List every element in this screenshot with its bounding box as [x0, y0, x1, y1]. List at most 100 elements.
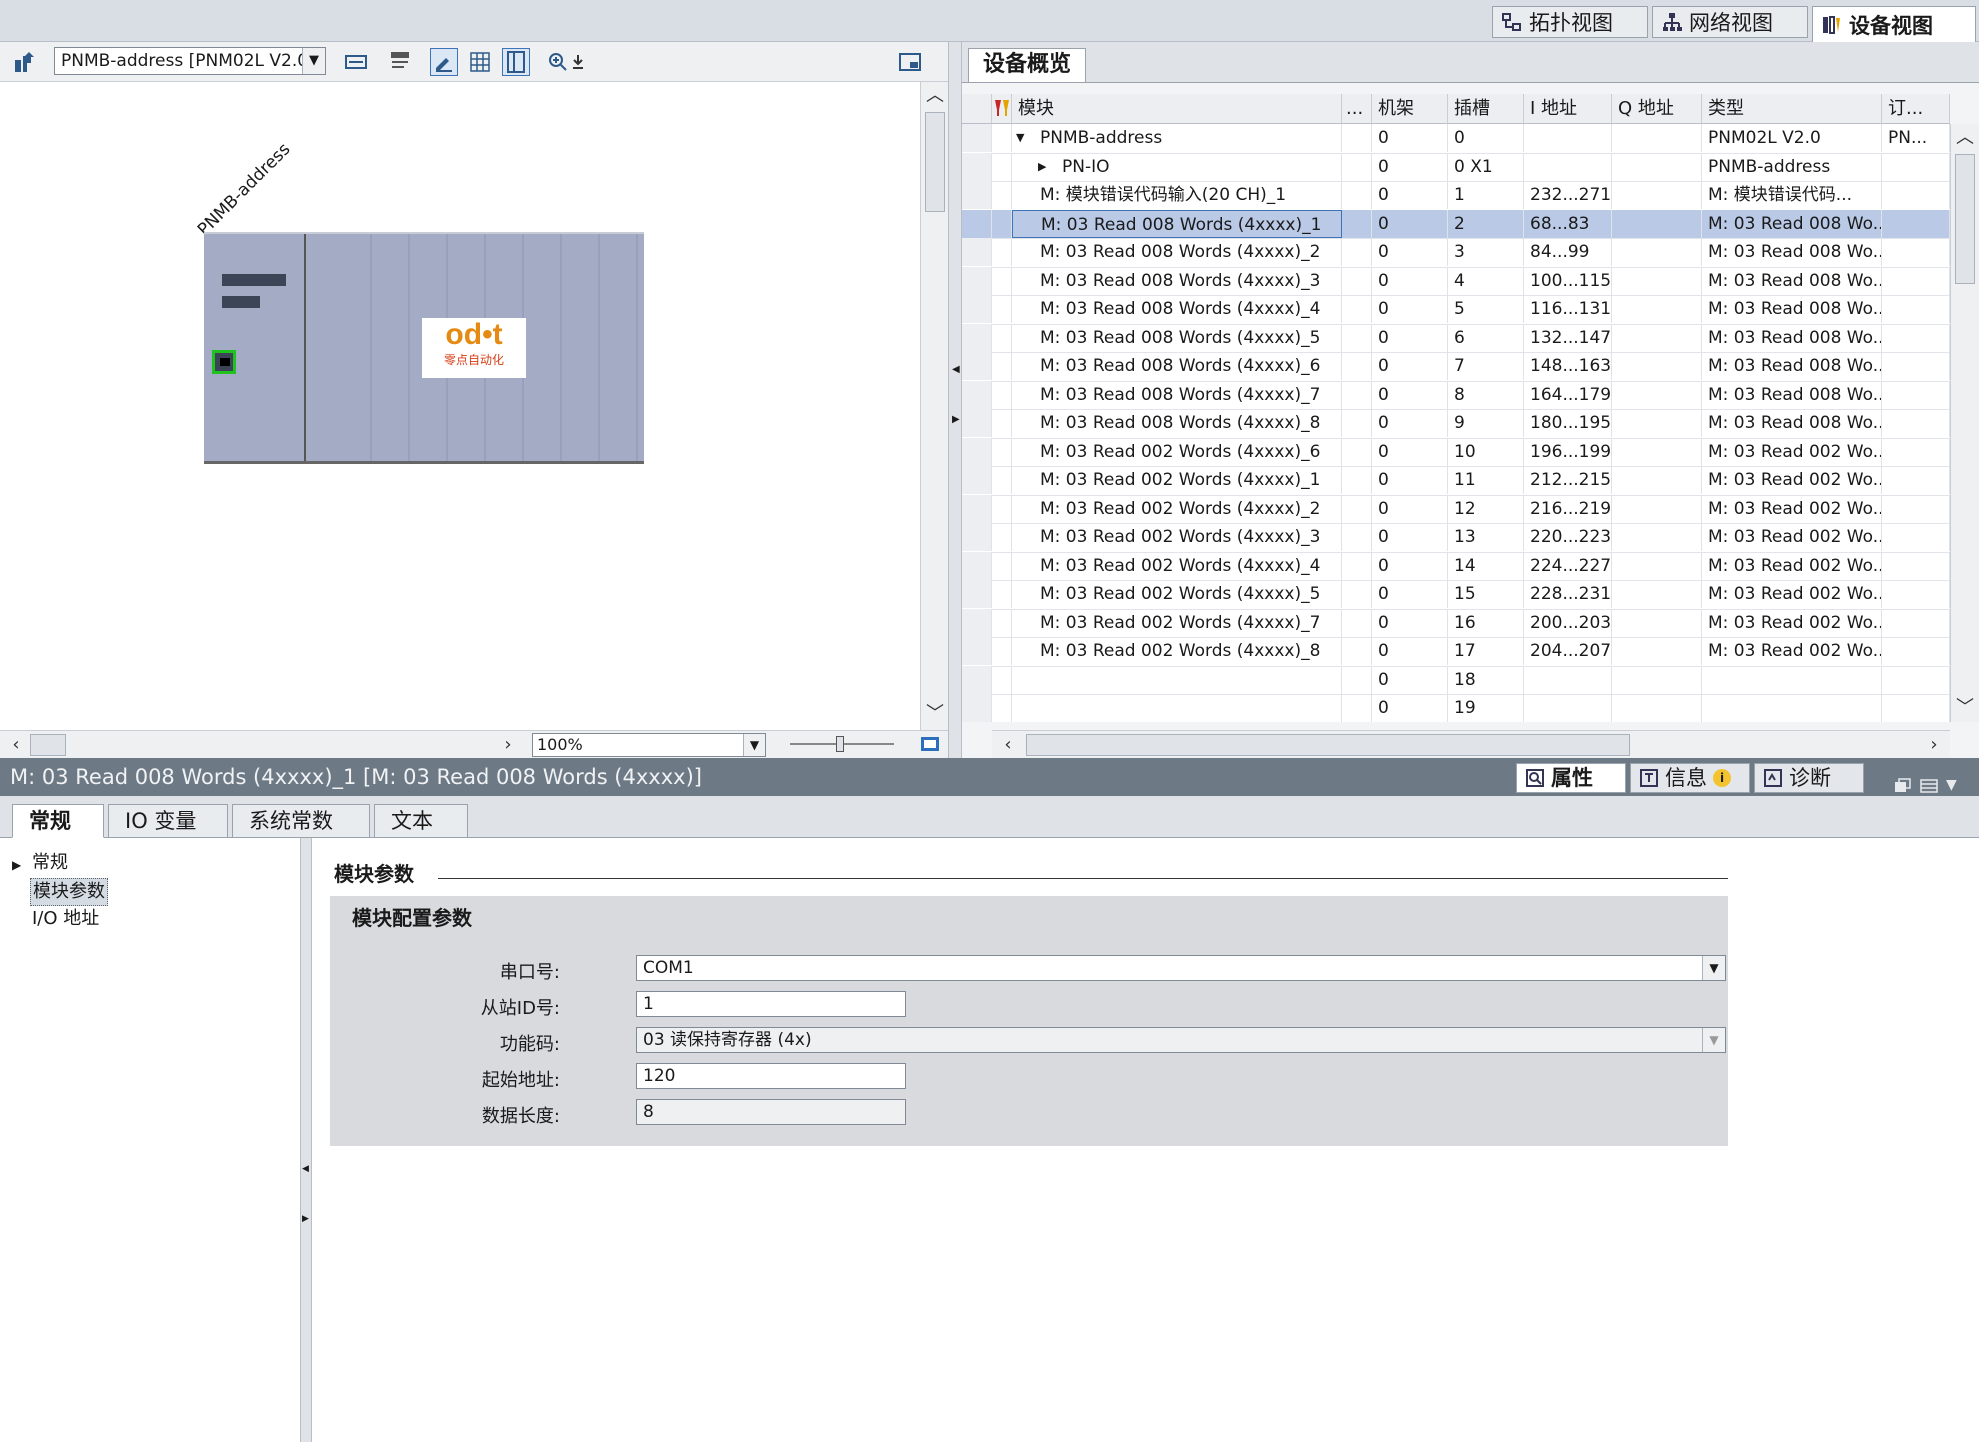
cell-module[interactable]: M: 03 Read 002 Words (4xxxx)_7	[1012, 608, 1342, 637]
scroll-right-icon[interactable]: ›	[1922, 733, 1946, 757]
table-row[interactable]: M: 03 Read 002 Words (4xxxx)_7 0 16 200...2…	[962, 608, 1950, 638]
tab-device-view[interactable]: 设备视图	[1812, 6, 1976, 42]
cell-i-addr[interactable]: 164...179	[1524, 380, 1612, 409]
cell-order[interactable]	[1882, 409, 1950, 437]
cell-more[interactable]	[1342, 352, 1372, 380]
expand-arrow-icon[interactable]: ▶	[12, 858, 21, 872]
cell-slot[interactable]: 9	[1448, 409, 1524, 437]
float-window-icon[interactable]	[1894, 768, 1912, 792]
cell-slot[interactable]: 6	[1448, 323, 1524, 352]
collapse-arrow-icon[interactable]: ▼	[1016, 124, 1024, 152]
row-gutter[interactable]	[962, 608, 992, 637]
row-gutter[interactable]	[962, 437, 992, 466]
tab-system-constants[interactable]: 系统常数	[232, 804, 370, 838]
cell-type[interactable]: M: 03 Read 002 Wo...	[1702, 551, 1882, 580]
chevron-down-icon[interactable]: ▼	[743, 734, 765, 756]
cell-order[interactable]	[1882, 637, 1950, 665]
tab-topology-view[interactable]: 拓扑视图	[1492, 6, 1648, 38]
panel-splitter[interactable]: ◀ ▶	[948, 42, 962, 758]
serial-port-select[interactable]: COM1 ▼	[636, 955, 1726, 981]
cell-type[interactable]: M: 03 Read 008 Wo...	[1702, 238, 1882, 266]
collapse-left-icon[interactable]: ◀	[302, 1164, 309, 1174]
cell-type[interactable]: M: 03 Read 002 Wo...	[1702, 437, 1882, 466]
scrollbar-thumb[interactable]	[925, 112, 945, 212]
table-row[interactable]: M: 03 Read 002 Words (4xxxx)_4 0 14 224...2…	[962, 551, 1950, 581]
cell-q-addr[interactable]	[1612, 409, 1702, 437]
column-header-rack[interactable]: 机架	[1372, 94, 1448, 124]
cell-order[interactable]	[1882, 352, 1950, 380]
row-gutter[interactable]	[962, 580, 992, 608]
inspector-splitter[interactable]: ◀ ▶	[300, 838, 312, 1442]
table-row[interactable]: M: 03 Read 008 Words (4xxxx)_7 0 8 164...17…	[962, 380, 1950, 410]
cell-rack[interactable]: 0	[1372, 694, 1448, 722]
cell-rack[interactable]: 0	[1372, 181, 1448, 209]
cell-slot[interactable]: 5	[1448, 295, 1524, 323]
scroll-right-icon[interactable]: ›	[496, 733, 520, 757]
cell-module[interactable]: ▶ PN-IO	[1012, 152, 1342, 181]
cell-type[interactable]: PNMB-address	[1702, 152, 1882, 181]
cell-i-addr[interactable]: 216...219	[1524, 494, 1612, 523]
cell-slot[interactable]: 19	[1448, 694, 1524, 722]
start-address-field[interactable]: 120	[636, 1063, 906, 1089]
collapse-left-icon[interactable]: ◀	[952, 364, 960, 375]
scroll-down-icon[interactable]: ﹀	[923, 702, 947, 726]
cell-slot[interactable]: 0	[1448, 124, 1524, 152]
cell-rack[interactable]: 0	[1372, 209, 1448, 238]
table-row[interactable]: M: 03 Read 002 Words (4xxxx)_2 0 12 216...2…	[962, 494, 1950, 524]
cell-i-addr[interactable]: 224...227	[1524, 551, 1612, 580]
scrollbar-thumb[interactable]	[1026, 734, 1630, 756]
cell-order[interactable]	[1882, 694, 1950, 722]
cell-slot[interactable]: 11	[1448, 466, 1524, 494]
table-row[interactable]: M: 03 Read 008 Words (4xxxx)_6 0 7 148...16…	[962, 352, 1950, 382]
cell-order[interactable]	[1882, 494, 1950, 523]
cell-type[interactable]: M: 03 Read 008 Wo...	[1702, 409, 1882, 437]
cell-more[interactable]	[1342, 124, 1372, 152]
cell-more[interactable]	[1342, 523, 1372, 551]
column-header-slot[interactable]: 插槽	[1448, 94, 1524, 124]
row-gutter[interactable]	[962, 380, 992, 409]
cell-order[interactable]	[1882, 580, 1950, 608]
table-row[interactable]: M: 03 Read 008 Words (4xxxx)_1 0 2 68...83 M…	[962, 209, 1950, 239]
overview-toggle-button[interactable]	[896, 48, 924, 76]
row-gutter[interactable]	[962, 523, 992, 551]
cell-slot[interactable]: 13	[1448, 523, 1524, 551]
cell-slot[interactable]: 17	[1448, 637, 1524, 665]
cell-more[interactable]	[1342, 152, 1372, 181]
cell-type[interactable]: M: 03 Read 008 Wo...	[1702, 323, 1882, 352]
cell-i-addr[interactable]	[1524, 665, 1612, 694]
cell-more[interactable]	[1342, 494, 1372, 523]
row-gutter[interactable]	[962, 181, 992, 209]
table-row[interactable]: M: 模块错误代码输入(20 CH)_1 0 1 232...271 M: 模块错误代码…	[962, 181, 1950, 211]
cell-slot[interactable]: 16	[1448, 608, 1524, 637]
cell-type[interactable]: M: 03 Read 002 Wo...	[1702, 608, 1882, 637]
cell-q-addr[interactable]	[1612, 295, 1702, 323]
cell-i-addr[interactable]: 180...195	[1524, 409, 1612, 437]
row-gutter[interactable]	[962, 409, 992, 437]
column-header-i-address[interactable]: I 地址	[1524, 94, 1612, 124]
cell-slot[interactable]: 18	[1448, 665, 1524, 694]
cell-type[interactable]: M: 03 Read 002 Wo...	[1702, 637, 1882, 665]
cell-module[interactable]	[1012, 665, 1342, 694]
cell-module[interactable]: M: 03 Read 002 Words (4xxxx)_3	[1012, 523, 1342, 551]
cell-rack[interactable]: 0	[1372, 494, 1448, 523]
table-row[interactable]: M: 03 Read 008 Words (4xxxx)_2 0 3 84...99 M…	[962, 238, 1950, 268]
cell-order[interactable]	[1882, 152, 1950, 181]
cell-type[interactable]: M: 03 Read 002 Wo...	[1702, 580, 1882, 608]
cell-rack[interactable]: 0	[1372, 380, 1448, 409]
tab-general[interactable]: 常规	[12, 804, 104, 838]
row-gutter[interactable]	[962, 209, 992, 238]
cell-type[interactable]: M: 模块错误代码...	[1702, 181, 1882, 209]
cell-order[interactable]: PN...	[1882, 124, 1950, 152]
cell-order[interactable]	[1882, 665, 1950, 694]
cell-order[interactable]	[1882, 380, 1950, 409]
slave-id-field[interactable]: 1	[636, 991, 906, 1017]
cell-slot[interactable]: 15	[1448, 580, 1524, 608]
cell-q-addr[interactable]	[1612, 580, 1702, 608]
cell-type[interactable]: M: 03 Read 008 Wo...	[1702, 295, 1882, 323]
cell-more[interactable]	[1342, 323, 1372, 352]
cell-rack[interactable]: 0	[1372, 637, 1448, 665]
table-row[interactable]: M: 03 Read 002 Words (4xxxx)_6 0 10 196...1…	[962, 437, 1950, 467]
cell-module[interactable]: M: 03 Read 002 Words (4xxxx)_1	[1012, 466, 1342, 494]
scrollbar-thumb[interactable]	[30, 734, 66, 756]
page-view-button[interactable]	[502, 48, 530, 76]
